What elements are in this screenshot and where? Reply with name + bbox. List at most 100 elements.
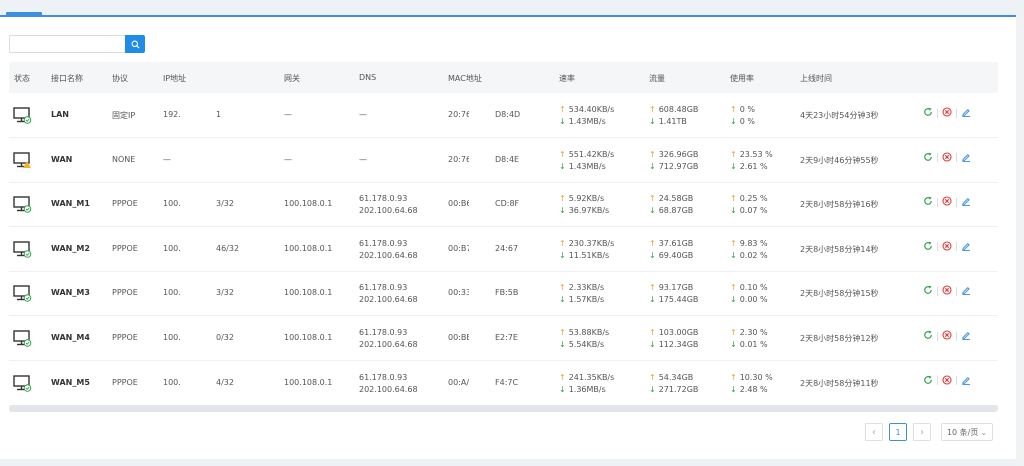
rate-up-value: 5.92KB/s (568, 194, 605, 204)
top-tab-bar (0, 0, 1024, 16)
edit-icon[interactable] (961, 196, 971, 208)
arrow-up-icon: ↑ (649, 283, 656, 293)
page-1-button[interactable]: 1 (889, 423, 907, 441)
gateway: — (284, 110, 292, 119)
interface-name: WAN_M1 (51, 199, 90, 209)
traffic-up-value: 54.34GB (658, 372, 694, 382)
close-circle-icon[interactable] (942, 330, 952, 342)
next-page-button[interactable]: › (913, 423, 931, 441)
traffic-up: ↑ 54.34GB (649, 373, 693, 382)
prev-page-button[interactable]: ‹ (865, 423, 883, 441)
rate-down: ↓ 1.57KB/s (559, 295, 604, 304)
page-size-select[interactable]: 10 条/页 ⌄ (941, 423, 993, 441)
col-traffic: 流量 (649, 74, 665, 83)
close-circle-icon[interactable] (942, 152, 952, 164)
action-divider (937, 108, 938, 118)
mac-mask (469, 272, 491, 316)
mac-mask (469, 227, 491, 271)
refresh-icon[interactable] (923, 196, 933, 208)
rate-up-value: 230.37KB/s (568, 238, 615, 248)
table-row: WAN_M1 PPPOE 100. 3/32 100.108.0.1 61.178.0.9… (9, 183, 998, 228)
ip-mask (182, 94, 212, 137)
table-row: WAN NONE — — —20:76 D8:4E ↑ 551.42KB/s ↓ 1.43MB/s… (9, 138, 998, 183)
ip-suffix: 0/32 (216, 333, 234, 342)
refresh-icon[interactable] (923, 152, 933, 164)
close-circle-icon[interactable] (942, 196, 952, 208)
col-gateway: 网关 (284, 74, 300, 83)
row-actions (923, 152, 971, 164)
arrow-up-icon: ↑ (730, 328, 737, 337)
mac-prefix: 00:B7 (448, 243, 472, 253)
ip-mask (182, 272, 212, 316)
usage-up: ↑ 23.53 % (730, 150, 773, 159)
traffic-up: ↑ 24.58GB (649, 194, 693, 203)
mac-suffix: D8:4D (495, 110, 521, 119)
search-input[interactable] (9, 35, 125, 53)
close-circle-icon[interactable] (942, 241, 952, 253)
traffic-down-value: 175.44GB (658, 295, 699, 305)
arrow-down-icon: ↓ (730, 117, 737, 126)
close-circle-icon[interactable] (942, 375, 952, 387)
arrow-up-icon: ↑ (649, 105, 656, 114)
edit-icon[interactable] (961, 241, 971, 253)
traffic-up: ↑ 37.61GB (649, 239, 693, 248)
refresh-icon[interactable] (923, 285, 933, 297)
monitor-icon (13, 107, 33, 126)
arrow-up-icon: ↑ (559, 149, 566, 159)
table-horizontal-scrollbar[interactable] (9, 405, 998, 412)
arrow-up-icon: ↑ (649, 372, 656, 382)
protocol: PPPOE (112, 243, 138, 253)
rate-down: ↓ 1.43MB/s (559, 162, 606, 171)
close-circle-icon[interactable] (942, 285, 952, 297)
interface-name: WAN_M2 (51, 243, 90, 253)
traffic-down-value: 112.34GB (658, 340, 699, 349)
usage-up-value: 0 % (739, 105, 755, 114)
uptime: 2天8小时58分钟12秒 (800, 334, 879, 343)
arrow-up-icon: ↑ (559, 372, 566, 382)
edit-icon[interactable] (961, 375, 971, 387)
mac-mask (469, 183, 491, 227)
search-button[interactable] (125, 35, 145, 53)
edit-icon[interactable] (961, 152, 971, 164)
refresh-icon[interactable] (923, 330, 933, 342)
mac-mask (469, 317, 491, 360)
usage-up: ↑ 0.10 % (730, 283, 768, 292)
traffic-down-value: 712.97GB (658, 161, 699, 171)
close-circle-icon[interactable] (942, 107, 952, 119)
traffic-down: ↓ 712.97GB (649, 162, 698, 171)
action-divider (956, 242, 957, 252)
traffic-up-value: 608.48GB (658, 105, 699, 114)
usage-up-value: 2.30 % (739, 328, 768, 337)
edit-icon[interactable] (961, 107, 971, 119)
dns-primary: — (359, 154, 367, 164)
traffic-down: ↓ 1.41TB (649, 117, 687, 126)
mac-prefix: 00:A/ (448, 377, 470, 387)
arrow-up-icon: ↑ (559, 194, 566, 204)
monitor-icon (13, 285, 33, 304)
refresh-icon[interactable] (923, 241, 933, 253)
usage-up: ↑ 2.30 % (730, 328, 768, 337)
rate-down-value: 11.51KB/s (568, 250, 610, 260)
arrow-down-icon: ↓ (559, 340, 566, 349)
edit-icon[interactable] (961, 330, 971, 342)
ip-mask (182, 183, 212, 227)
action-divider (956, 376, 957, 386)
edit-icon[interactable] (961, 285, 971, 297)
page-scrollbar[interactable] (1016, 15, 1024, 466)
action-divider (956, 197, 957, 207)
usage-up: ↑ 0 % (730, 105, 755, 114)
action-divider (937, 153, 938, 163)
usage-down: ↓ 0 % (730, 117, 755, 126)
traffic-down: ↓ 112.34GB (649, 340, 698, 349)
arrow-down-icon: ↓ (649, 340, 656, 349)
mac-prefix: 20:76 (448, 110, 472, 119)
refresh-icon[interactable] (923, 107, 933, 119)
arrow-down-icon: ↓ (730, 340, 737, 349)
mac-mask (469, 361, 491, 405)
arrow-up-icon: ↑ (649, 149, 656, 159)
ip-prefix: 100. (163, 288, 181, 298)
dns-secondary: 202.100.64.68 (359, 340, 418, 349)
col-ip: IP地址 (163, 74, 187, 83)
usage-up: ↑ 9.83 % (730, 239, 768, 248)
refresh-icon[interactable] (923, 375, 933, 387)
